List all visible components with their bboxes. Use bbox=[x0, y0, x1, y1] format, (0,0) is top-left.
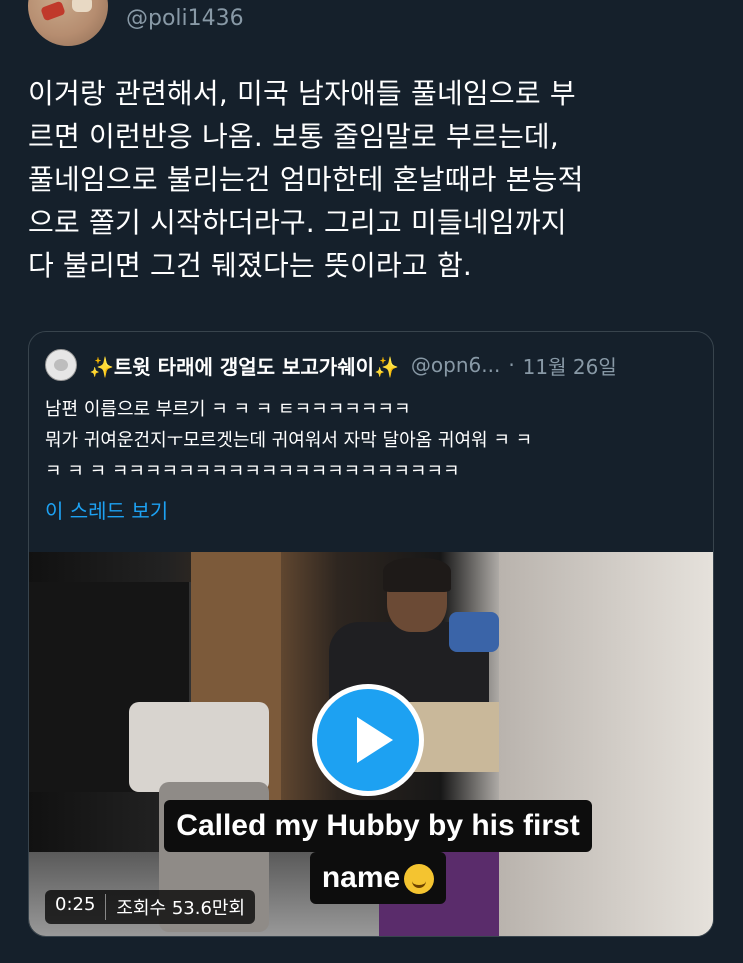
quoted-tweet-header: ✨트윗 타래에 갱얼도 보고가쉐이✨ @opn6... · 11월 26일 bbox=[45, 348, 705, 382]
quoted-line: 뭐가 귀여운건지ㅜ모르겟는데 귀여워서 자막 달아옴 귀여워 ㅋ ㅋ bbox=[45, 430, 533, 451]
video-player[interactable]: Called my Hubby by his first name 0:25 조… bbox=[29, 552, 713, 936]
quoted-display-name[interactable]: ✨트윗 타래에 갱얼도 보고가쉐이✨ bbox=[89, 351, 399, 380]
caption-line: Called my Hubby by his first bbox=[164, 800, 592, 852]
divider bbox=[105, 894, 107, 920]
quoted-handle[interactable]: @opn6... bbox=[411, 353, 500, 377]
tweet-line: 풀네임으로 불리는건 엄마한테 혼날때라 본능적 bbox=[28, 163, 584, 196]
video-scene-highchair bbox=[129, 702, 269, 792]
quoted-text: 남편 이름으로 부르기 ㅋ ㅋ ㅋ ㅌㅋㅋㅋㅋㅋㅋㅋ 뭐가 귀여운건지ㅜ모르겟는… bbox=[45, 394, 695, 487]
grinning-emoji-icon bbox=[404, 864, 435, 895]
tweet-line: 르면 이런반응 나옴. 보통 줄임말로 부르는데, bbox=[28, 120, 559, 153]
tweet-text: 이거랑 관련해서, 미국 남자애들 풀네임으로 부 르면 이런반응 나옴. 보통… bbox=[28, 72, 718, 287]
quoted-avatar[interactable] bbox=[45, 349, 77, 381]
show-thread-link[interactable]: 이 스레드 보기 bbox=[45, 495, 168, 524]
video-view-count: 조회수 53.6만회 bbox=[116, 898, 246, 919]
sparkles-icon: ✨ bbox=[89, 354, 114, 379]
quoted-date[interactable]: 11월 26일 bbox=[523, 351, 617, 380]
caption-line-2: name bbox=[309, 852, 447, 904]
quoted-line: ㅋ ㅋ ㅋ ㅋㅋㅋㅋㅋㅋㅋㅋㅋㅋㅋㅋㅋㅋㅋㅋㅋㅋㅋㅋㅋ bbox=[45, 461, 460, 482]
author-avatar[interactable] bbox=[28, 0, 108, 46]
quoted-line: 남편 이름으로 부르기 ㅋ ㅋ ㅋ ㅌㅋㅋㅋㅋㅋㅋㅋ bbox=[45, 399, 411, 420]
tweet-line: 다 불리면 그건 뒈졌다는 뜻이라고 함. bbox=[28, 249, 473, 282]
author-handle[interactable]: @poli1436 bbox=[126, 6, 244, 31]
sparkles-icon: ✨ bbox=[374, 354, 399, 379]
video-duration-badge: 0:25 조회수 53.6만회 bbox=[45, 890, 256, 924]
play-icon[interactable] bbox=[312, 684, 424, 796]
person-hair bbox=[383, 558, 451, 592]
video-duration: 0:25 bbox=[55, 894, 96, 915]
separator-dot: · bbox=[508, 353, 515, 377]
tweet-line: 이거랑 관련해서, 미국 남자애들 풀네임으로 부 bbox=[28, 77, 576, 110]
video-caption: Called my Hubby by his first name bbox=[135, 800, 621, 904]
quoted-tweet[interactable]: ✨트윗 타래에 갱얼도 보고가쉐이✨ @opn6... · 11월 26일 남편… bbox=[28, 331, 714, 937]
avatar-detail bbox=[72, 0, 92, 12]
video-scene-bag bbox=[449, 612, 499, 652]
caption-word: name bbox=[321, 861, 401, 894]
quoted-name-text: 트윗 타래에 갱얼도 보고가쉐이 bbox=[113, 354, 374, 379]
tweet-line: 으로 쫄기 시작하더라구. 그리고 미들네임까지 bbox=[28, 206, 567, 239]
avatar-detail bbox=[40, 0, 66, 22]
